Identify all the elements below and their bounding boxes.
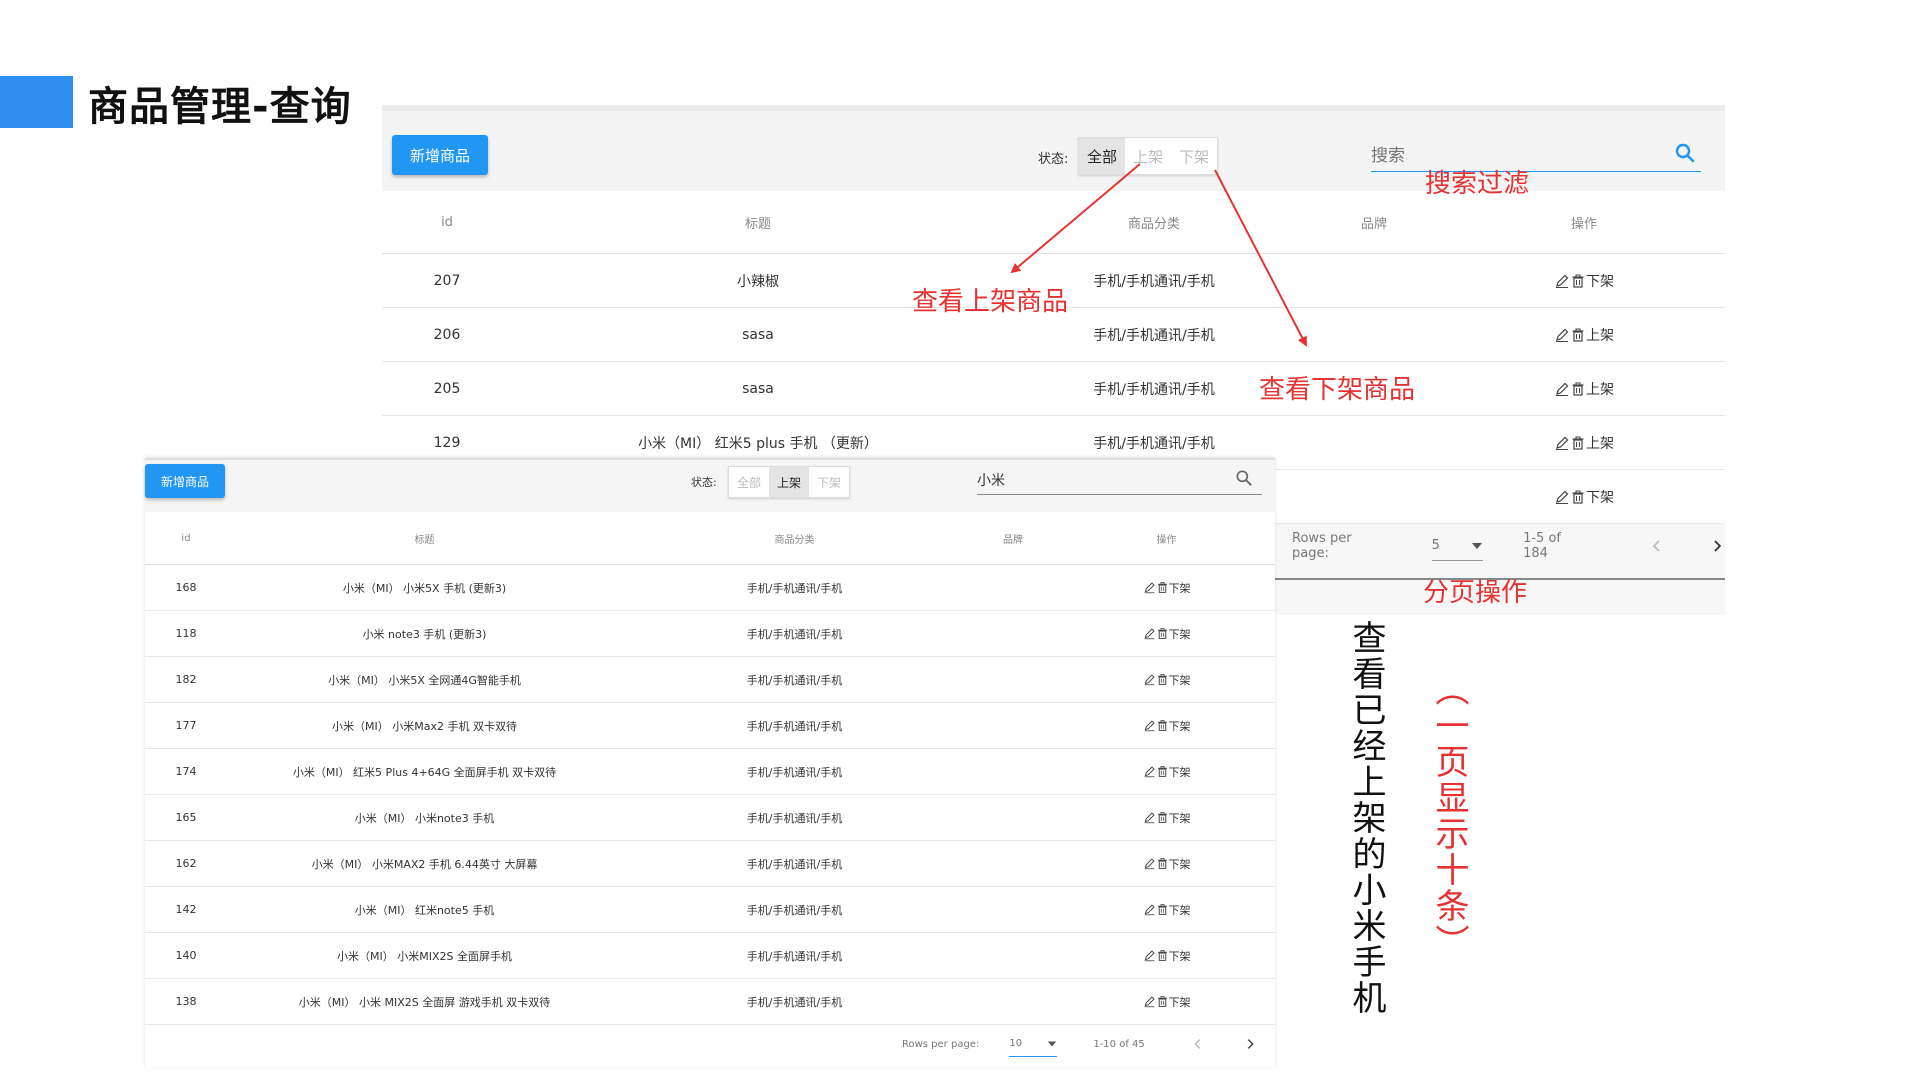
annotation-pagination: 分页操作 (1423, 578, 1528, 608)
annotation-view-listed: 查看上架商品 (912, 287, 1069, 317)
annotation-view-unlisted: 查看下架商品 (1259, 375, 1416, 405)
arrow-to-listed (1010, 163, 1141, 274)
annotation-search-filter: 搜索过滤 (1425, 169, 1530, 199)
annotation-arrows (1010, 163, 1307, 347)
annotation-ten-per-page: （一页显示十条） (1429, 672, 1469, 960)
arrow-to-unlisted (1214, 169, 1307, 347)
annotation-xiaomi-listed: 查看已经上架的小米手机 (1346, 620, 1386, 1016)
